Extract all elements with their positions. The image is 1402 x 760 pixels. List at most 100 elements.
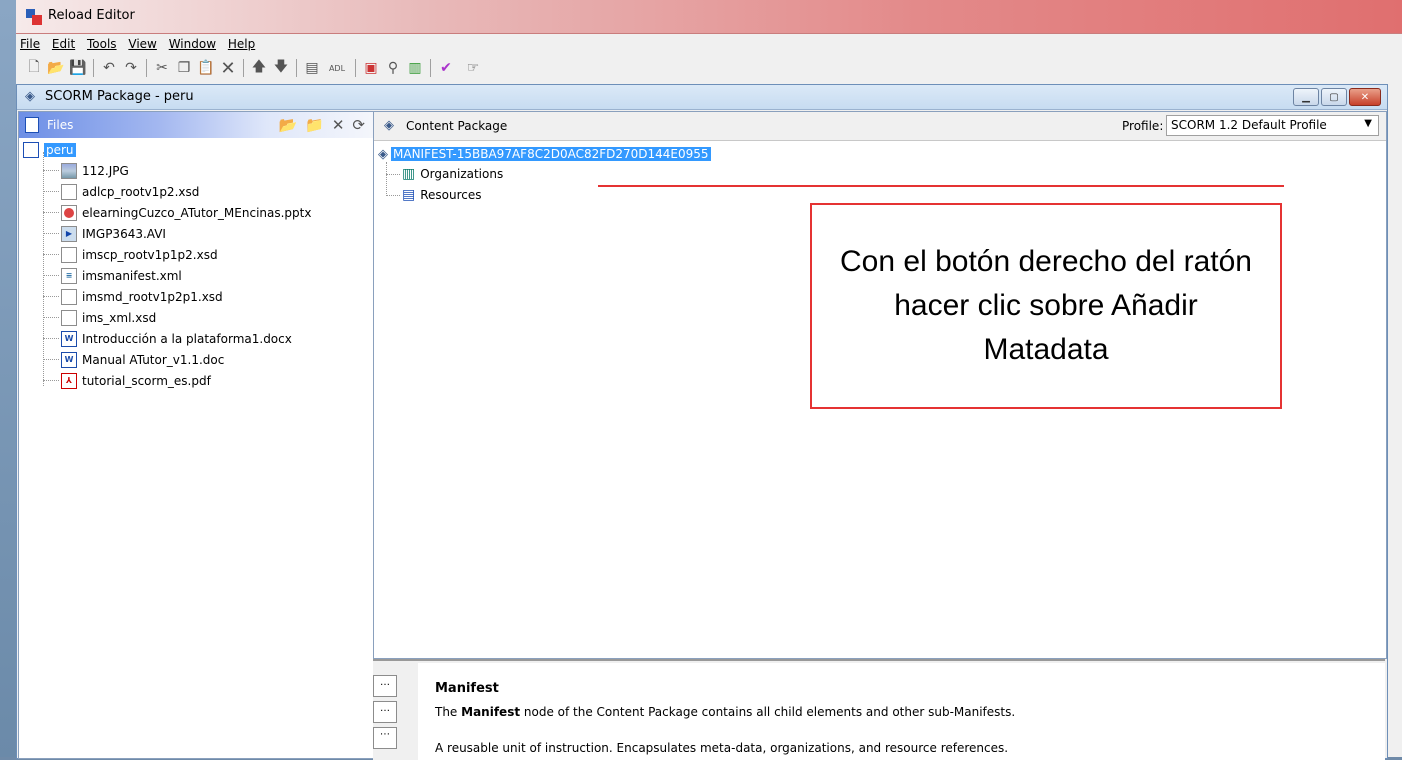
file-icon xyxy=(61,246,77,263)
paste-icon[interactable]: 📋 xyxy=(196,58,216,78)
files-header-label: Files xyxy=(47,118,74,132)
delete-icon[interactable]: ✕ xyxy=(218,58,238,79)
tree-guide xyxy=(43,359,59,360)
organizations-icon: ▥ xyxy=(402,166,416,182)
info-definition: A reusable unit of instruction. Encapsul… xyxy=(435,741,1009,755)
toolbar-separator xyxy=(430,59,431,77)
list-item[interactable]: ims_xml.xsd xyxy=(43,307,156,328)
file-icon xyxy=(61,309,77,326)
check-icon[interactable]: ✔ xyxy=(436,58,456,78)
delete-file-icon[interactable]: ✕ xyxy=(332,116,345,134)
open-icon[interactable]: 📂 xyxy=(46,58,66,78)
file-name: imsmd_rootv1p2p1.xsd xyxy=(82,289,223,304)
manifest-label: MANIFEST-15BBA97AF8C2D0AC82FD270D144E095… xyxy=(391,147,711,161)
root-folder-icon xyxy=(23,141,39,158)
toolbar-separator xyxy=(146,59,147,77)
list-item[interactable]: ⅄ tutorial_scorm_es.pdf xyxy=(43,370,211,391)
tree-guide xyxy=(386,195,400,196)
minimize-button[interactable]: ▁ xyxy=(1293,88,1319,106)
move-down-icon[interactable]: 🡇 xyxy=(271,58,291,78)
redo-icon[interactable]: ↷ xyxy=(121,58,141,78)
menu-file[interactable]: File xyxy=(16,34,44,51)
xml-file-icon: ≡ xyxy=(61,267,77,284)
toolbar: 🗋 📂 💾 ↶ ↷ ✂ ❐ 📋 ✕ 🡅 🡇 ▤ ADL ▣ ⚲ ▥ ✔ ☞ xyxy=(16,55,1402,81)
more-tool-icon[interactable]: ⋯ xyxy=(373,727,397,749)
preview-icon[interactable]: ▤ xyxy=(302,58,322,78)
tree-guide xyxy=(43,233,59,234)
list-item[interactable]: imsmd_rootv1p2p1.xsd xyxy=(43,286,223,307)
info-desc-bold: Manifest xyxy=(461,705,521,719)
import-icon[interactable]: 📂 xyxy=(278,116,297,134)
file-name: elearningCuzco_ATutor_MEncinas.pptx xyxy=(82,205,312,220)
list-item[interactable]: 112.JPG xyxy=(43,160,129,181)
content-package-icon: ◈ xyxy=(384,118,394,133)
new-folder-icon[interactable]: 📁 xyxy=(305,116,324,134)
copy-icon[interactable]: ❐ xyxy=(174,58,194,78)
tree-guide xyxy=(43,338,59,339)
manifest-node[interactable]: ◈ MANIFEST-15BBA97AF8C2D0AC82FD270D144E0… xyxy=(378,145,711,163)
resources-node[interactable]: ▤ Resources xyxy=(386,185,482,205)
file-name: Introducción a la plataforma1.docx xyxy=(82,331,292,346)
tree-guide xyxy=(43,170,59,171)
list-item[interactable]: W Manual ATutor_v1.1.doc xyxy=(43,349,224,370)
validate-icon[interactable]: ▥ xyxy=(405,58,425,78)
tree-guide xyxy=(386,174,400,175)
pdf-file-icon: ⅄ xyxy=(61,372,77,389)
adl-icon[interactable]: ADL xyxy=(324,58,350,78)
list-item[interactable]: ▶ IMGP3643.AVI xyxy=(43,223,166,244)
close-button[interactable]: ✕ xyxy=(1349,88,1381,106)
organizations-node[interactable]: ▥ Organizations xyxy=(386,164,503,184)
profile-dropdown[interactable]: SCORM 1.2 Default Profile ▼ xyxy=(1166,115,1379,136)
list-item[interactable]: ≡ imsmanifest.xml xyxy=(43,265,182,286)
metadata-icon[interactable]: ▣ xyxy=(361,58,381,78)
file-name: imscp_rootv1p1p2.xsd xyxy=(82,247,218,262)
file-icon xyxy=(61,183,77,200)
tree-guide xyxy=(43,275,59,276)
resources-icon: ▤ xyxy=(402,187,416,203)
files-panel-header: Files 📂 📁 ✕ ⟳ xyxy=(19,112,373,138)
menu-help[interactable]: Help xyxy=(224,34,259,51)
list-item[interactable]: W Introducción a la plataforma1.docx xyxy=(43,328,292,349)
list-item[interactable]: imscp_rootv1p1p2.xsd xyxy=(43,244,218,265)
image-file-icon xyxy=(61,162,77,179)
refresh-icon[interactable]: ⟳ xyxy=(352,116,365,134)
docx-file-icon: W xyxy=(61,330,77,347)
file-name: ims_xml.xsd xyxy=(82,310,157,325)
title-bar[interactable]: Reload Editor xyxy=(16,0,1402,34)
maximize-button[interactable]: ▢ xyxy=(1321,88,1347,106)
expand-tool-icon[interactable]: … xyxy=(373,675,397,697)
menu-edit[interactable]: Edit xyxy=(48,34,79,51)
inner-title-bar[interactable]: ◈ SCORM Package - peru ▁ ▢ ✕ xyxy=(17,85,1387,110)
manifest-icon: ◈ xyxy=(378,146,388,162)
menu-view[interactable]: View xyxy=(124,34,160,51)
video-file-icon: ▶ xyxy=(61,225,77,242)
files-icon xyxy=(25,117,39,133)
menu-window[interactable]: Window xyxy=(165,34,220,51)
window-buttons: ▁ ▢ ✕ xyxy=(1293,88,1381,106)
undo-icon[interactable]: ↶ xyxy=(99,58,119,78)
organizations-label: Organizations xyxy=(420,167,504,181)
adl-label: ADL xyxy=(328,63,346,73)
content-package-label: Content Package xyxy=(406,119,508,133)
save-icon[interactable]: 💾 xyxy=(68,58,88,78)
annotation-callout: Con el botón derecho del ratón hacer cli… xyxy=(810,203,1282,409)
tree-guide xyxy=(43,380,59,381)
new-icon[interactable]: 🗋 xyxy=(24,58,44,78)
tree-root[interactable]: peru xyxy=(23,139,76,160)
profile-value: SCORM 1.2 Default Profile xyxy=(1171,118,1327,132)
menu-bar: File Edit Tools View Window Help xyxy=(16,34,1402,54)
callout-pointer-line xyxy=(598,185,1284,187)
pointer-icon[interactable]: ☞ xyxy=(458,58,488,78)
menu-tools[interactable]: Tools xyxy=(83,34,121,51)
list-item[interactable]: elearningCuzco_ATutor_MEncinas.pptx xyxy=(43,202,311,223)
detail-tool-icon[interactable]: … xyxy=(373,701,397,723)
file-name: tutorial_scorm_es.pdf xyxy=(82,373,211,388)
info-title: Manifest xyxy=(435,681,499,696)
cut-icon[interactable]: ✂ xyxy=(152,58,172,78)
file-name: imsmanifest.xml xyxy=(82,268,182,283)
move-up-icon[interactable]: 🡅 xyxy=(249,58,269,78)
list-item[interactable]: adlcp_rootv1p2.xsd xyxy=(43,181,199,202)
info-panel-content: Manifest The Manifest node of the Conten… xyxy=(418,663,1385,760)
info-desc-pre: The xyxy=(435,705,462,719)
find-icon[interactable]: ⚲ xyxy=(383,58,403,78)
